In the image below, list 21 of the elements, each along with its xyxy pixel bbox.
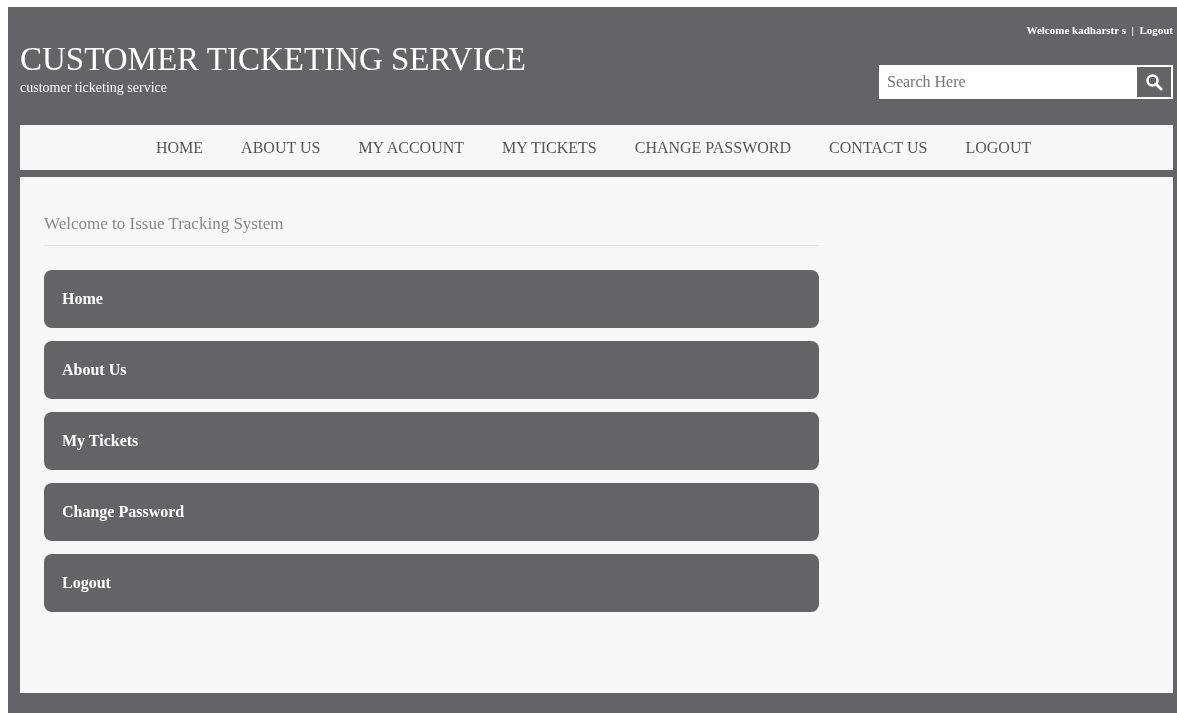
search-icon (1145, 73, 1163, 91)
site-title: CUSTOMER TICKETING SERVICE (20, 43, 526, 76)
nav-link[interactable]: MY ACCOUNT (339, 135, 484, 160)
menu-button[interactable]: Home (44, 269, 819, 328)
search-field[interactable]: Search Here (879, 65, 1135, 99)
menu-button[interactable]: About Us (44, 340, 819, 399)
logout-link[interactable]: Logout (1139, 24, 1173, 36)
separator: | (1131, 24, 1134, 36)
nav-link[interactable]: LOGOUT (946, 135, 1051, 160)
welcome-text: Welcome kadharstr s (1026, 24, 1126, 36)
nav-link[interactable]: CHANGE PASSWORD (615, 135, 811, 160)
menu-button[interactable]: Change Password (44, 482, 819, 541)
search-button[interactable] (1135, 65, 1173, 99)
menu-button[interactable]: My Tickets (44, 411, 819, 470)
nav-link[interactable]: HOME (137, 135, 223, 160)
nav-link[interactable]: ABOUT US (222, 135, 340, 160)
site-subtitle: customer ticketing service (20, 80, 167, 96)
nav-link[interactable]: MY TICKETS (483, 135, 616, 160)
nav-link[interactable]: CONTACT US (810, 135, 947, 160)
page-heading: Welcome to Issue Tracking System (44, 211, 819, 246)
menu-button[interactable]: Logout (44, 553, 819, 612)
